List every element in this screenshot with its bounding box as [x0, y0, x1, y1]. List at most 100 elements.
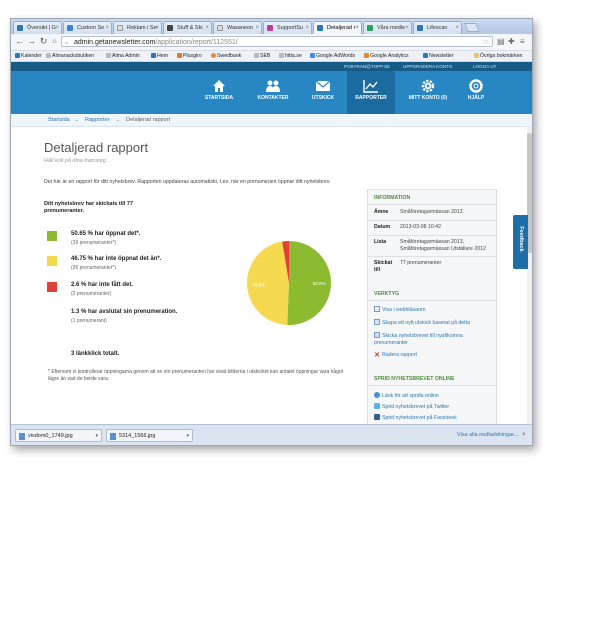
create-new-mail-link[interactable]: Skapa ett nytt utskick baserat på detta	[374, 319, 470, 327]
address-bar[interactable]: ▫ admin.getanewsletter.com/application/re…	[61, 36, 493, 47]
bookmark-swedbank[interactable]: Swedbank	[211, 51, 241, 61]
breadcrumb-separator: →	[115, 117, 121, 123]
favicon-icon	[267, 25, 273, 31]
share-facebook-link[interactable]: Sprid nyhetsbrevet på Facebook	[374, 414, 457, 422]
divider	[368, 256, 496, 257]
tab-wasaneon[interactable]: Wasaneon ×	[213, 21, 262, 34]
close-icon[interactable]: ×	[522, 429, 526, 442]
divider	[368, 220, 496, 221]
report-sidebar: INFORMATION Ämne Småföretagarmässan 2013 …	[367, 189, 497, 427]
logout-link[interactable]: LOGGA UT	[473, 62, 496, 71]
close-icon[interactable]: ×	[405, 22, 409, 34]
tab-reklam[interactable]: Reklam i Se ×	[113, 21, 162, 34]
send-to-new-subscribers-link[interactable]: Skicka nyhetsbrevet till nyafikomna pren…	[374, 332, 489, 346]
bookmark-seb[interactable]: SEB	[254, 51, 270, 61]
bookmark-google-adwords[interactable]: Google AdWords	[310, 51, 355, 61]
swedbank-icon	[211, 52, 216, 58]
home-icon[interactable]: ⌂	[49, 36, 60, 47]
star-icon[interactable]: ☆	[483, 37, 489, 48]
share-twitter-link[interactable]: Sprid nyhetsbrevet på Twitter	[374, 403, 449, 411]
close-icon[interactable]: ×	[305, 22, 309, 34]
download-item[interactable]: 5314_1566.jpg ▾	[106, 429, 193, 442]
link-icon	[374, 392, 380, 398]
file-icon	[19, 433, 25, 440]
new-mail-icon	[374, 319, 380, 325]
divider	[368, 204, 496, 205]
nav-kontakter[interactable]: KONTAKTER	[249, 71, 297, 114]
chart-icon	[363, 80, 378, 93]
view-in-browser-link[interactable]: Visa i webbläsaren	[374, 306, 425, 314]
upgrade-account-link[interactable]: UPPGRADERA KONTO	[403, 62, 452, 71]
browser-window: Översikt | G × Custom Se × Reklam i Se × St…	[10, 18, 533, 446]
folder-icon	[474, 52, 479, 58]
tab-vara-medlemmar[interactable]: Våra medle ×	[363, 21, 412, 34]
tab-lifescan[interactable]: Lifescan ×	[413, 21, 462, 34]
chevron-down-icon[interactable]: ▾	[186, 430, 189, 443]
breadcrumb-startsida[interactable]: Startsida	[48, 114, 70, 126]
bookmark-plusgiro[interactable]: Plusgiro	[177, 51, 202, 61]
bookmark-hitta[interactable]: hitta.se	[279, 51, 302, 61]
delete-icon: ✕	[374, 352, 380, 359]
bookmark-newsletter[interactable]: Newsletter	[423, 51, 454, 61]
nav-rapporter[interactable]: RAPPORTER	[347, 71, 395, 114]
account-email-link[interactable]: PCBYRAN@TOPP.SE	[344, 62, 390, 71]
calendar-icon	[15, 52, 20, 58]
delete-report-link[interactable]: ✕ Radera rapport	[374, 352, 417, 359]
menu-icon[interactable]: ≡	[520, 36, 525, 47]
bookmarks-bar: Kalender Almanacksbutiken Alma Admin Hem…	[11, 51, 532, 62]
tab-oversikt[interactable]: Översikt | G ×	[13, 21, 62, 34]
file-icon	[110, 433, 116, 440]
close-icon[interactable]: ×	[455, 22, 459, 34]
report-footnote: * Eftersom vi kontrollerar öppningarna g…	[48, 369, 344, 382]
bookmark-ovriga[interactable]: Övriga bokmärken	[474, 51, 522, 61]
favicon-icon	[317, 25, 323, 31]
bookmark-google-analytics[interactable]: Google Analytics	[364, 51, 409, 61]
chevron-down-icon[interactable]: ▾	[95, 430, 98, 443]
back-icon[interactable]: ←	[14, 36, 25, 47]
nav-startsida[interactable]: STARTSIDA	[195, 71, 243, 114]
favicon-icon	[167, 25, 173, 31]
tab-support[interactable]: SupportSu ×	[263, 21, 312, 34]
extension-icon[interactable]: ▤	[497, 36, 505, 47]
tab-strip: Översikt | G × Custom Se × Reklam i Se × St…	[11, 19, 532, 34]
close-icon[interactable]: ×	[105, 22, 109, 34]
close-icon[interactable]: ×	[155, 22, 159, 34]
site-top-bar: PCBYRAN@TOPP.SE UPPGRADERA KONTO LOGGA U…	[11, 62, 532, 71]
share-link-online[interactable]: Länk för att sprida online	[374, 392, 439, 400]
nav-utskick[interactable]: UTSKICK	[299, 71, 347, 114]
lifebuoy-icon	[469, 79, 483, 93]
bookmark-kalender[interactable]: Kalender	[15, 51, 42, 61]
spread-heading: SPRID NYHETSBREVET ONLINE	[374, 376, 455, 382]
favicon-icon	[367, 25, 373, 31]
analytics-icon	[364, 52, 369, 58]
puzzle-icon[interactable]: ✚	[508, 36, 515, 47]
browser-toolbar: ← → ↻ ⌂ ▫ admin.getanewsletter.com/applic…	[11, 34, 532, 51]
page-icon	[279, 52, 284, 58]
envelope-icon	[315, 80, 331, 91]
link-clicks-total: 3 länkklick totalt.	[71, 351, 120, 357]
tab-stuff-ski[interactable]: Stuff & Ski ×	[163, 21, 212, 34]
tab-custom-search[interactable]: Custom Se ×	[63, 21, 112, 34]
forward-icon[interactable]: →	[26, 36, 37, 47]
tab-detaljerad-rapport[interactable]: Detaljerad r ×	[313, 21, 362, 34]
close-icon[interactable]: ×	[55, 22, 59, 34]
divider	[368, 235, 496, 236]
pie-slice-label: 50.6%	[313, 281, 326, 286]
plusgiro-icon	[177, 52, 182, 58]
reload-icon[interactable]: ↻	[38, 36, 49, 47]
nav-mitt-konto[interactable]: MITT KONTO (0)	[404, 71, 452, 114]
close-icon[interactable]: ×	[255, 22, 259, 34]
breadcrumb-rapporter[interactable]: Rapporter	[85, 114, 109, 126]
new-tab-button[interactable]	[464, 23, 480, 32]
page-subtitle: Håll koll på dina framsteg.	[44, 158, 108, 164]
bookmark-hem[interactable]: Hem	[151, 51, 168, 61]
close-icon[interactable]: ×	[205, 22, 209, 34]
download-item[interactable]: visdom0_1749.jpg ▾	[15, 429, 102, 442]
bookmark-almanacksbutiken[interactable]: Almanacksbutiken	[46, 51, 94, 61]
show-all-downloads-link[interactable]: Visa alla nedladdningar...	[457, 429, 518, 442]
page-icon	[254, 52, 259, 58]
close-icon[interactable]: ×	[355, 22, 359, 34]
bookmark-alma-admin[interactable]: Alma Admin	[106, 51, 140, 61]
feedback-tab[interactable]: Feedback	[513, 215, 528, 269]
nav-hjalp[interactable]: HJÄLP	[452, 71, 500, 114]
